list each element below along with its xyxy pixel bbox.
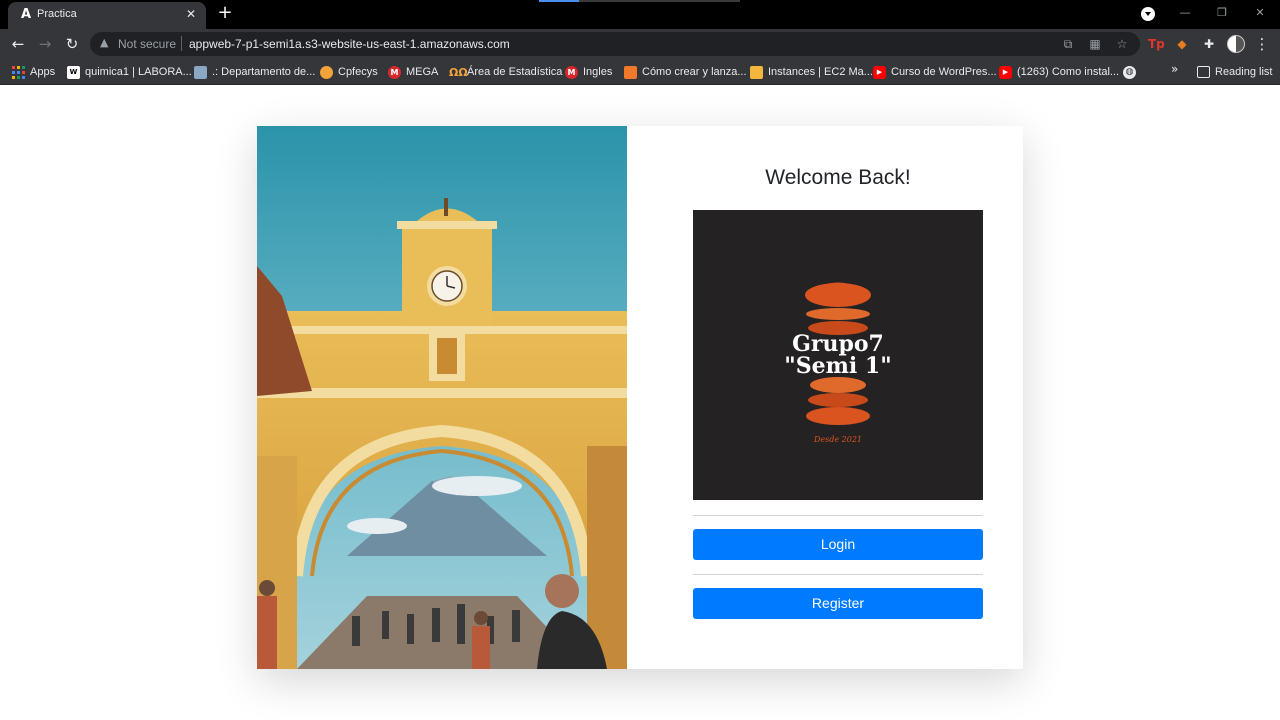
tab-search-icon[interactable] (1141, 7, 1155, 21)
auth-panel: Welcome Back! Grupo7 "Semi 1" Desde 2021 (627, 126, 1023, 669)
welcome-card: Welcome Back! Grupo7 "Semi 1" Desde 2021 (257, 126, 1023, 669)
bookmark-label: Curso de WordPres... (891, 66, 997, 78)
aws-cube-icon (624, 65, 637, 79)
bookmark-ingles[interactable]: M Ingles (565, 64, 612, 80)
close-tab-icon[interactable]: ✕ (184, 7, 198, 21)
angular-icon: A (20, 7, 32, 22)
bookmark-globe[interactable]: ◍ (1123, 64, 1136, 80)
grupo7-logo: Grupo7 "Semi 1" Desde 2021 (693, 210, 983, 500)
bookmark-curso-wordpress[interactable]: ▶ Curso de WordPres... (873, 64, 997, 80)
apps-grid-icon (12, 65, 25, 79)
reload-icon[interactable]: ↻ (62, 34, 82, 54)
divider (693, 515, 983, 516)
bookmark-label: quimica1 | LABORA... (85, 66, 192, 78)
extensions-puzzle-icon[interactable]: ✚ (1201, 36, 1217, 52)
metamask-icon[interactable]: ◆ (1174, 36, 1190, 52)
bookmark-label: Cómo crear y lanza... (642, 66, 747, 78)
new-tab-icon[interactable]: + (216, 4, 234, 22)
youtube-icon: ▶ (873, 65, 886, 79)
bookmark-label: .: Departamento de... (212, 66, 316, 78)
forward-icon[interactable]: → (35, 34, 55, 54)
bookmark-mega[interactable]: M MEGA (388, 64, 438, 80)
install-app-icon[interactable]: ⧉ (1060, 36, 1076, 52)
reading-list-label: Reading list (1215, 66, 1273, 78)
omnibox-divider (181, 36, 182, 51)
tab-strip: A Practica ✕ + — ❐ ✕ (0, 0, 1280, 29)
tab-practica[interactable]: A Practica ✕ (8, 2, 206, 29)
bookmarks-bar: Apps W quimica1 | LABORA... .: Departame… (0, 59, 1280, 85)
reading-list-button[interactable]: Reading list (1197, 64, 1272, 80)
bookmark-apps[interactable]: Apps (12, 64, 55, 80)
minimize-icon[interactable]: — (1172, 4, 1198, 22)
page-body: Welcome Back! Grupo7 "Semi 1" Desde 2021 (0, 85, 1280, 720)
close-window-icon[interactable]: ✕ (1247, 4, 1273, 22)
wix-icon: W (67, 65, 80, 79)
more-bookmarks-icon[interactable]: » (1171, 62, 1178, 76)
login-button[interactable]: Login (693, 529, 983, 560)
security-label[interactable]: Not secure (118, 37, 176, 51)
qr-code-icon[interactable]: ▦ (1087, 36, 1103, 52)
bookmark-label: Apps (30, 66, 56, 78)
globe-icon: ◍ (1123, 65, 1136, 79)
bookmark-departamento[interactable]: .: Departamento de... (194, 64, 315, 80)
maximize-icon[interactable]: ❐ (1209, 4, 1235, 22)
cpfecys-icon (320, 65, 333, 79)
bookmark-label: Cpfecys (338, 66, 378, 78)
reading-list-icon (1197, 66, 1210, 78)
logo-title-line2: "Semi 1" (784, 353, 891, 379)
bookmark-label: Ingles (583, 66, 613, 78)
mega-icon: M (565, 65, 578, 79)
antigua-arch-photo (257, 126, 627, 669)
bookmark-cpfecys[interactable]: Cpfecys (320, 64, 378, 80)
bookmark-estadistica[interactable]: ΩΩ Área de Estadística (449, 64, 562, 80)
divider (693, 574, 983, 575)
back-icon[interactable]: ← (8, 34, 28, 54)
bookmark-star-icon[interactable]: ☆ (1114, 36, 1130, 52)
departamento-icon (194, 65, 207, 79)
url-text[interactable]: appweb-7-p1-semi1a.s3-website-us-east-1.… (189, 37, 510, 51)
address-bar[interactable]: ▲ Not secure appweb-7-p1-semi1a.s3-websi… (90, 32, 1140, 56)
tp-extension-icon[interactable]: Tp (1148, 36, 1165, 52)
profile-avatar[interactable] (1227, 35, 1245, 53)
register-button[interactable]: Register (693, 588, 983, 619)
aws-box-icon (750, 65, 763, 79)
browser-toolbar: ← → ↻ ▲ Not secure appweb-7-p1-semi1a.s3… (0, 29, 1280, 59)
bookmark-label: MEGA (406, 66, 439, 78)
logo-tagline: Desde 2021 (813, 435, 862, 444)
mega-icon: M (388, 65, 401, 79)
bookmark-como-instalar[interactable]: ▶ (1263) Como instal... (999, 64, 1119, 80)
more-menu-icon[interactable]: ⋮ (1254, 34, 1270, 54)
bookmark-label: Instances | EC2 Ma... (768, 66, 873, 78)
bookmark-ec2-instances[interactable]: Instances | EC2 Ma... (750, 64, 873, 80)
bookmark-label: Área de Estadística (467, 66, 563, 78)
estadistica-icon: ΩΩ (449, 65, 468, 79)
loading-bar (539, 0, 740, 2)
youtube-icon: ▶ (999, 65, 1012, 79)
warning-icon[interactable]: ▲ (100, 36, 114, 50)
tab-title: Practica (37, 8, 77, 20)
bookmark-como-crear[interactable]: Cómo crear y lanza... (624, 64, 747, 80)
bookmark-label: (1263) Como instal... (1017, 66, 1120, 78)
bookmark-quimica[interactable]: W quimica1 | LABORA... (67, 64, 192, 80)
page-title: Welcome Back! (765, 166, 911, 189)
